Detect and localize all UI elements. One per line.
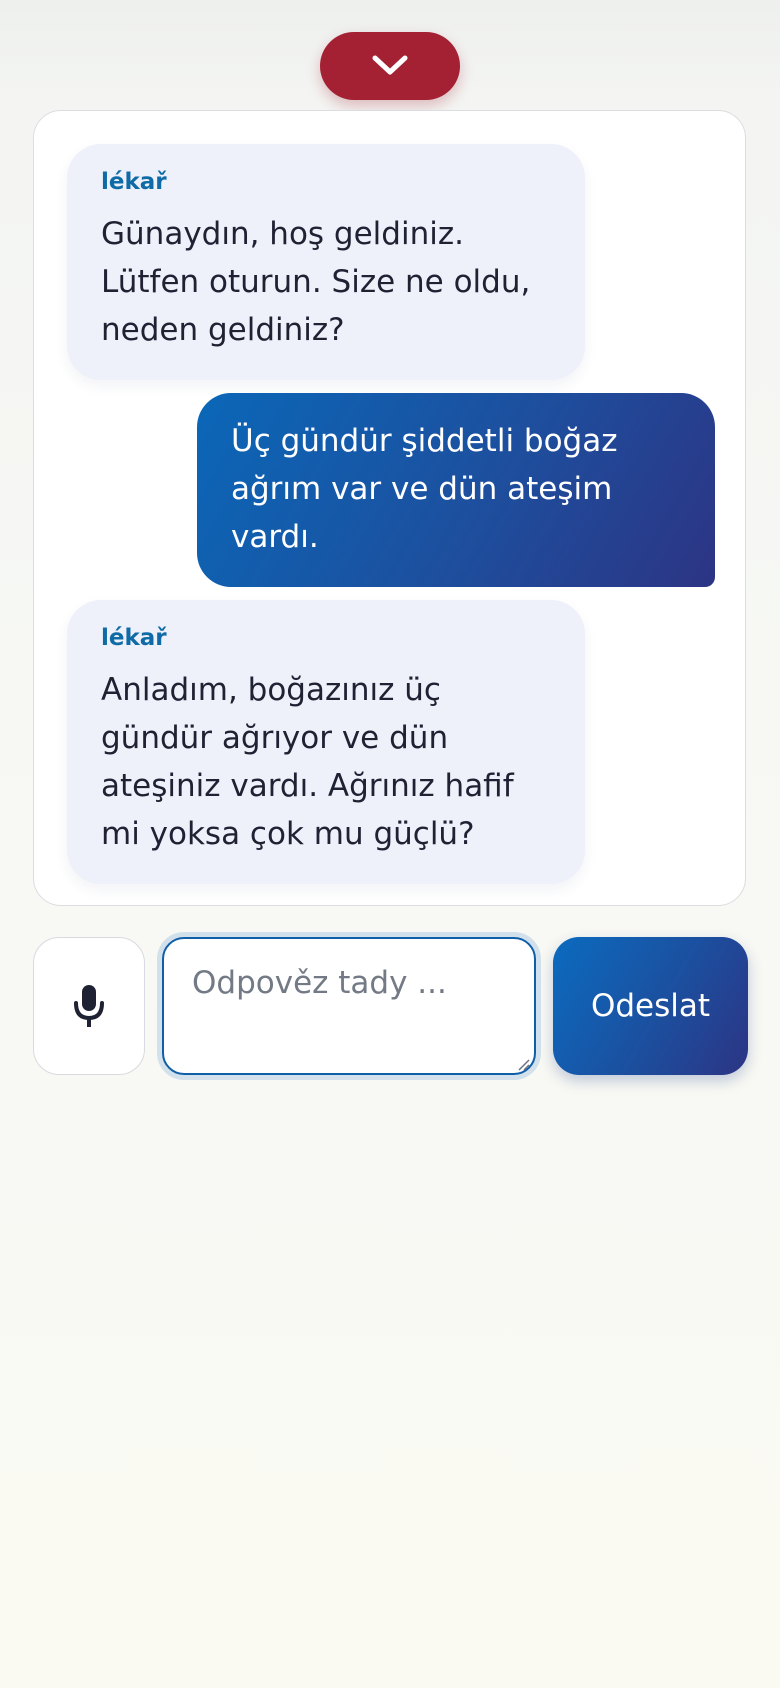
message-text: Günaydın, hoş geldiniz. Lütfen oturun. S…: [101, 216, 531, 348]
sender-label: lékař: [101, 625, 167, 651]
doctor-message: lékař Günaydın, hoş geldiniz. Lütfen otu…: [67, 144, 585, 380]
resize-grip-icon[interactable]: [516, 1057, 530, 1071]
microphone-icon: [74, 985, 104, 1027]
doctor-message: lékař Anladım, boğazınız üç gündür ağrıy…: [67, 600, 585, 884]
collapse-button[interactable]: [320, 32, 460, 100]
answer-input[interactable]: [162, 937, 536, 1075]
sender-label: lékař: [101, 169, 167, 195]
user-message: Üç gündür şiddetli boğaz ağrım var ve dü…: [197, 393, 715, 587]
chat-panel[interactable]: lékař Günaydın, hoş geldiniz. Lütfen otu…: [33, 110, 746, 906]
chevron-down-icon: [372, 55, 408, 75]
message-text: Üç gündür şiddetli boğaz ağrım var ve dü…: [231, 423, 618, 555]
microphone-button[interactable]: [33, 937, 145, 1075]
send-button[interactable]: Odeslat: [553, 937, 748, 1075]
message-text: Anladım, boğazınız üç gündür ağrıyor ve …: [101, 672, 514, 852]
